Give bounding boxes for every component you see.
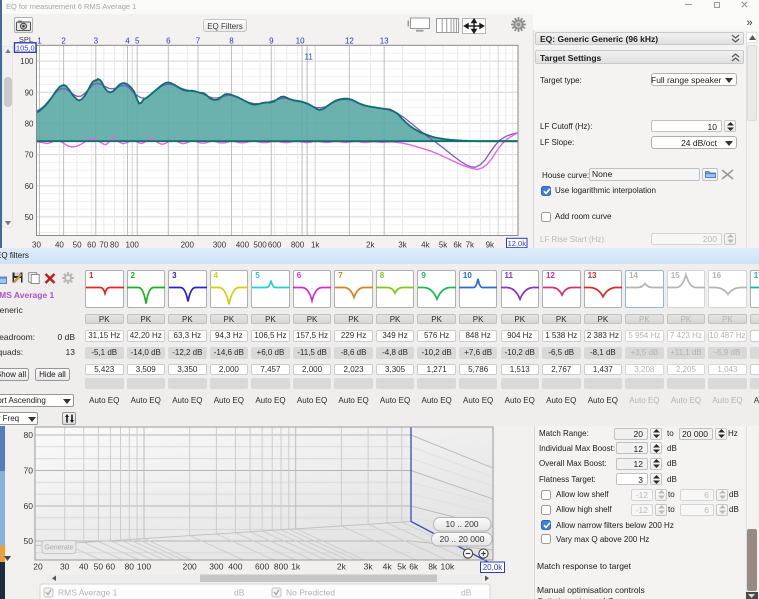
svg-text:20: 20 (33, 562, 43, 572)
svg-text:600: 600 (255, 562, 269, 572)
svg-text:12: 12 (345, 37, 354, 46)
svg-text:8k: 8k (428, 562, 438, 572)
svg-text:20,0k: 20,0k (483, 563, 504, 572)
svg-text:50: 50 (24, 536, 34, 546)
svg-text:10k: 10k (441, 562, 455, 572)
svg-text:50: 50 (94, 562, 104, 572)
svg-text:50: 50 (25, 213, 34, 222)
svg-text:12,0k: 12,0k (508, 239, 527, 248)
svg-text:105,0: 105,0 (16, 43, 35, 52)
svg-text:6k: 6k (409, 562, 419, 572)
svg-text:dB: dB (234, 588, 245, 598)
svg-text:6: 6 (166, 37, 171, 46)
svg-text:60: 60 (25, 182, 34, 191)
svg-text:200: 200 (183, 562, 197, 572)
svg-text:60: 60 (24, 501, 34, 511)
svg-text:90: 90 (25, 88, 34, 97)
svg-text:3k: 3k (364, 562, 374, 572)
svg-text:80: 80 (125, 562, 135, 572)
svg-text:30: 30 (60, 562, 70, 572)
svg-text:60: 60 (106, 562, 116, 572)
svg-text:40: 40 (79, 562, 89, 572)
svg-text:100: 100 (20, 57, 34, 66)
svg-text:7: 7 (196, 37, 201, 46)
svg-text:1k: 1k (291, 562, 301, 572)
svg-text:13: 13 (380, 37, 389, 46)
svg-text:5k: 5k (397, 562, 407, 572)
svg-text:100: 100 (137, 562, 151, 572)
svg-text:10 .. 200: 10 .. 200 (445, 519, 478, 529)
svg-text:400: 400 (228, 562, 242, 572)
svg-text:Generate: Generate (44, 545, 73, 552)
svg-text:10: 10 (296, 37, 305, 46)
svg-text:80: 80 (25, 119, 34, 128)
svg-text:No Predicted: No Predicted (286, 588, 335, 598)
svg-text:2k: 2k (337, 562, 347, 572)
svg-text:300: 300 (209, 562, 223, 572)
svg-text:4: 4 (125, 37, 130, 46)
svg-text:9: 9 (269, 37, 274, 46)
svg-text:8: 8 (229, 37, 234, 46)
svg-text:800: 800 (274, 562, 288, 572)
svg-text:70: 70 (25, 151, 34, 160)
svg-text:3: 3 (94, 37, 99, 46)
svg-text:dB: dB (461, 588, 472, 598)
svg-text:80: 80 (24, 430, 34, 440)
svg-text:4k: 4k (383, 562, 393, 572)
svg-text:2: 2 (61, 37, 66, 46)
svg-text:20 .. 20 000: 20 .. 20 000 (440, 534, 485, 544)
svg-text:RMS Average 1: RMS Average 1 (58, 588, 118, 598)
svg-text:5: 5 (135, 37, 140, 46)
svg-text:11: 11 (305, 53, 314, 62)
svg-text:70: 70 (24, 466, 34, 476)
svg-text:1: 1 (37, 37, 42, 46)
